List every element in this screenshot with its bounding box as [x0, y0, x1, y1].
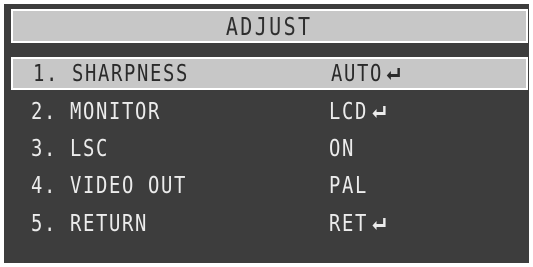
- menu-item-label: 3. LSC: [31, 135, 109, 162]
- menu-item-lsc[interactable]: 3. LSC ON: [11, 132, 528, 165]
- osd-menu-panel: ADJUST 1. SHARPNESS AUTO 2. MONITOR LCD …: [4, 4, 529, 263]
- menu-item-value-wrap: LCD: [329, 95, 386, 128]
- enter-arrow-icon: [371, 105, 386, 119]
- menu-item-sharpness[interactable]: 1. SHARPNESS AUTO: [11, 57, 528, 90]
- menu-item-value: RET: [329, 210, 368, 237]
- menu-item-value-wrap: AUTO: [331, 59, 401, 88]
- menu-title: ADJUST: [226, 11, 313, 41]
- menu-item-value: PAL: [329, 172, 368, 199]
- menu-item-value: AUTO: [331, 60, 383, 87]
- menu-item-label: 5. RETURN: [31, 210, 148, 237]
- menu-item-return[interactable]: 5. RETURN RET: [11, 207, 528, 240]
- menu-item-monitor[interactable]: 2. MONITOR LCD: [11, 95, 528, 128]
- menu-item-label: 2. MONITOR: [31, 98, 161, 125]
- menu-item-value: LCD: [329, 98, 368, 125]
- menu-item-value: ON: [329, 135, 355, 162]
- enter-arrow-icon: [371, 217, 386, 231]
- menu-item-label: 1. SHARPNESS: [33, 60, 189, 87]
- menu-header: ADJUST: [11, 9, 528, 43]
- menu-item-value-wrap: RET: [329, 207, 386, 240]
- menu-item-video-out[interactable]: 4. VIDEO OUT PAL: [11, 169, 528, 202]
- enter-arrow-icon: [386, 67, 401, 81]
- menu-item-label: 4. VIDEO OUT: [31, 172, 187, 199]
